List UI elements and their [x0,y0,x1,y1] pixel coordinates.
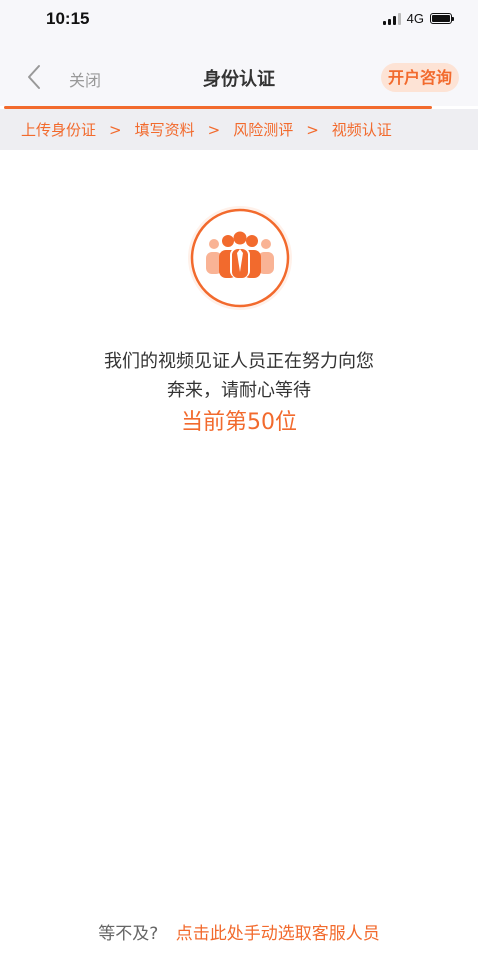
nav-bar: 关闭 身份认证 开户咨询 [0,48,478,106]
battery-icon [430,13,454,24]
step-video-verification: 视频认证 [331,121,392,139]
waiting-message: 我们的视频见证人员正在努力向您 奔来，请耐心等待 [0,347,478,405]
account-consult-button[interactable]: 开户咨询 [380,63,459,92]
step-fill-info: 填写资料 [134,121,195,139]
step-separator: > [207,120,221,139]
signal-icon [382,12,401,25]
step-upload-id: 上传身份证 [21,121,97,139]
step-risk-assessment: 风险测评 [233,121,294,139]
footer: 等不及? 点击此处手动选取客服人员 [0,919,478,944]
step-separator: > [306,120,319,139]
waiting-message-line1: 我们的视频见证人员正在努力向您 [104,351,374,372]
status-time: 10:15 [46,9,90,28]
status-icons: 4G [382,11,454,26]
choose-agent-link[interactable]: 点击此处手动选取客服人员 [176,924,380,944]
steps-breadcrumb: 上传身份证 > 填写资料 > 风险测评 > 视频认证 [0,109,478,150]
waiting-message-line2: 奔来，请耐心等待 [167,380,311,401]
status-bar: 10:15 4G [0,0,478,48]
network-label: 4G [406,11,424,26]
people-group-icon [188,206,292,310]
queue-position: 当前第50位 [181,410,297,435]
footer-prefix: 等不及? [98,924,159,944]
step-separator: > [109,120,122,139]
